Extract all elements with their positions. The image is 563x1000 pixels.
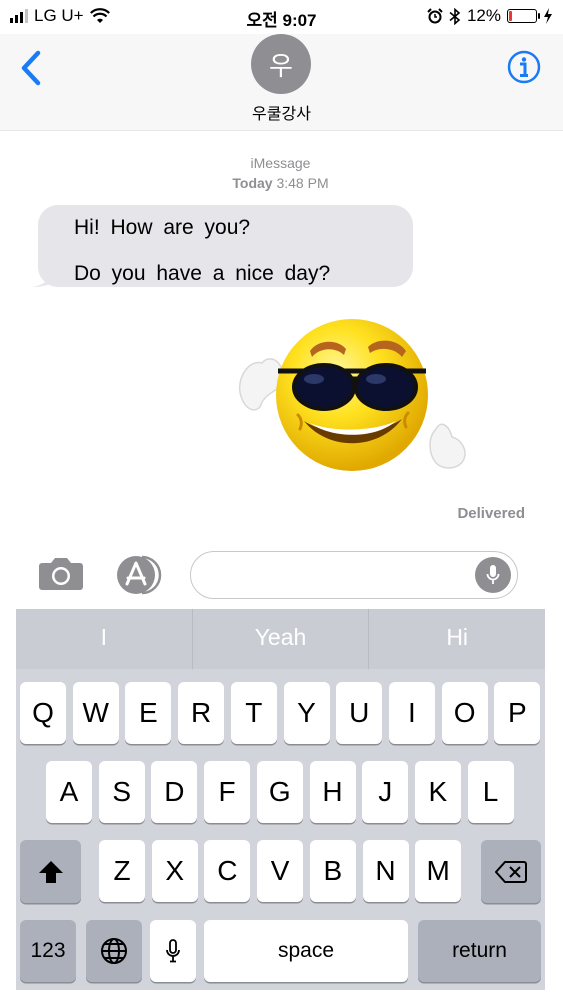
key-y[interactable]: Y [283, 682, 330, 744]
key-i[interactable]: I [388, 682, 435, 744]
return-key[interactable]: return [418, 920, 541, 982]
back-chevron-icon[interactable] [16, 50, 46, 86]
numbers-key[interactable]: 123 [20, 920, 76, 982]
thread-meta: iMessage Today 3:48 PM [16, 153, 545, 193]
key-m[interactable]: M [415, 840, 462, 902]
space-key[interactable]: space [204, 920, 408, 982]
message-line: Hi! How are you? [74, 216, 251, 239]
battery-percent: 12% [466, 6, 501, 25]
shift-key[interactable] [20, 840, 81, 903]
backspace-icon [495, 860, 527, 883]
app-store-icon[interactable] [114, 553, 164, 597]
key-l[interactable]: L [467, 761, 514, 823]
status-bar: LG U+ 오전 9:07 12% [0, 0, 563, 34]
key-e[interactable]: E [125, 682, 172, 744]
key-j[interactable]: J [362, 761, 409, 823]
key-c[interactable]: C [204, 840, 251, 902]
battery-icon [507, 9, 540, 23]
key-s[interactable]: S [98, 761, 145, 823]
suggestion-1[interactable]: I [16, 609, 193, 669]
key-o[interactable]: O [441, 682, 488, 744]
dictation-key[interactable] [150, 920, 196, 982]
microphone-icon [166, 939, 180, 963]
suggestion-2[interactable]: Yeah [193, 609, 370, 669]
key-h[interactable]: H [309, 761, 356, 823]
contact-name[interactable]: 우쿨강사 [0, 100, 563, 124]
key-p[interactable]: P [494, 682, 541, 744]
key-z[interactable]: Z [99, 840, 145, 902]
space-key-label: space [277, 939, 335, 962]
predictive-bar: I Yeah Hi [16, 609, 545, 669]
key-q[interactable]: Q [20, 682, 66, 744]
message-line: Do you have a nice day? [74, 262, 331, 285]
key-b[interactable]: B [309, 840, 356, 902]
message-input[interactable] [190, 551, 518, 599]
avatar[interactable]: 우 [251, 34, 311, 94]
key-n[interactable]: N [362, 840, 409, 902]
alarm-icon [427, 8, 443, 24]
keyboard: I Yeah Hi QWERTYUIOPASDFGHJKLZXCVBNM 123… [16, 609, 545, 990]
message-thread: iMessage Today 3:48 PM Hi! How are you? … [16, 131, 545, 541]
bottom-edge [0, 990, 563, 1000]
key-u[interactable]: U [336, 682, 383, 744]
service-label: iMessage [250, 155, 311, 171]
delivered-status: Delivered [457, 505, 525, 522]
key-g[interactable]: G [256, 761, 303, 823]
key-k[interactable]: K [414, 761, 461, 823]
time-label: 3:48 PM [276, 175, 329, 191]
suggestion-3[interactable]: Hi [369, 609, 545, 669]
key-d[interactable]: D [151, 761, 198, 823]
key-v[interactable]: V [257, 840, 304, 902]
shift-arrow-icon [38, 860, 63, 883]
incoming-message-bubble[interactable]: Hi! How are you? Do you have a nice day? [38, 205, 413, 287]
globe-key[interactable] [86, 920, 142, 982]
day-label: Today [232, 175, 273, 191]
info-icon[interactable] [507, 50, 541, 84]
key-t[interactable]: T [230, 682, 277, 744]
key-x[interactable]: X [151, 840, 198, 902]
return-key-label: return [452, 939, 507, 962]
conversation-header: 우 우쿨강사 [0, 34, 563, 131]
microphone-icon[interactable] [475, 557, 511, 593]
camera-icon[interactable] [38, 555, 84, 591]
avatar-initial: 우 [269, 50, 293, 81]
key-a[interactable]: A [46, 761, 92, 823]
key-w[interactable]: W [72, 682, 119, 744]
sunglasses-smiley-sticker[interactable] [228, 311, 468, 491]
numbers-key-label: 123 [30, 939, 66, 962]
bluetooth-icon [449, 7, 461, 25]
compose-bar [16, 541, 545, 609]
key-r[interactable]: R [178, 682, 225, 744]
delete-key[interactable] [481, 840, 541, 903]
charging-icon [544, 8, 552, 24]
key-f[interactable]: F [204, 761, 251, 823]
globe-icon [101, 938, 127, 964]
